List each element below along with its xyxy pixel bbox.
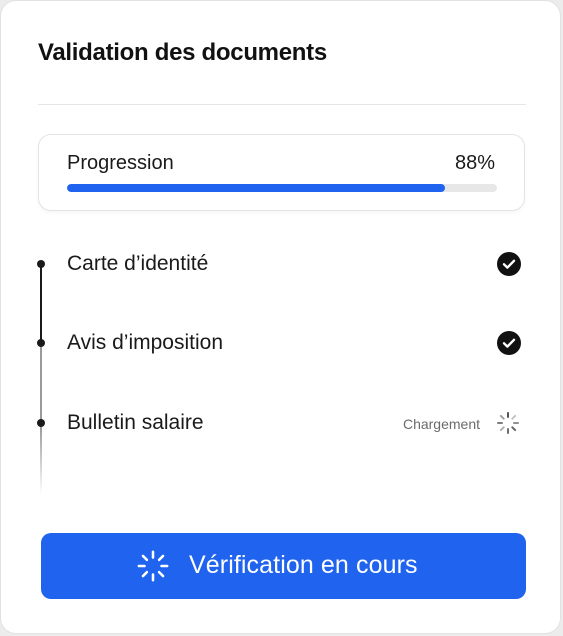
check-circle-icon [497,331,521,355]
step-label: Carte d’identité [67,252,209,275]
timeline-dot [36,339,45,347]
progress-label: Progression [67,152,174,174]
step-identity-card: Carte d’identité [1,244,562,284]
progress-panel: Progression 88% [38,134,525,211]
timeline-dot [36,260,45,268]
step-payslip: Bulletin salaire Chargement [1,403,562,443]
step-label: Avis d’imposition [67,331,224,354]
document-validation-card: Validation des documents Progression 88%… [0,0,561,634]
spinner-icon [137,550,169,582]
timeline-dot [36,419,45,427]
progress-fill [67,184,446,192]
verification-button[interactable]: Vérification en cours [41,533,526,599]
loading-status-text: Chargement [402,416,480,432]
card-title: Validation des documents [38,39,327,66]
step-tax-notice: Avis d’imposition [1,323,562,363]
step-label: Bulletin salaire [67,411,204,434]
button-label: Vérification en cours [189,551,418,579]
spinner-icon [497,412,519,434]
progress-track [67,184,497,192]
divider [38,104,526,105]
progress-percent: 88% [454,152,495,174]
check-circle-icon [497,252,521,276]
